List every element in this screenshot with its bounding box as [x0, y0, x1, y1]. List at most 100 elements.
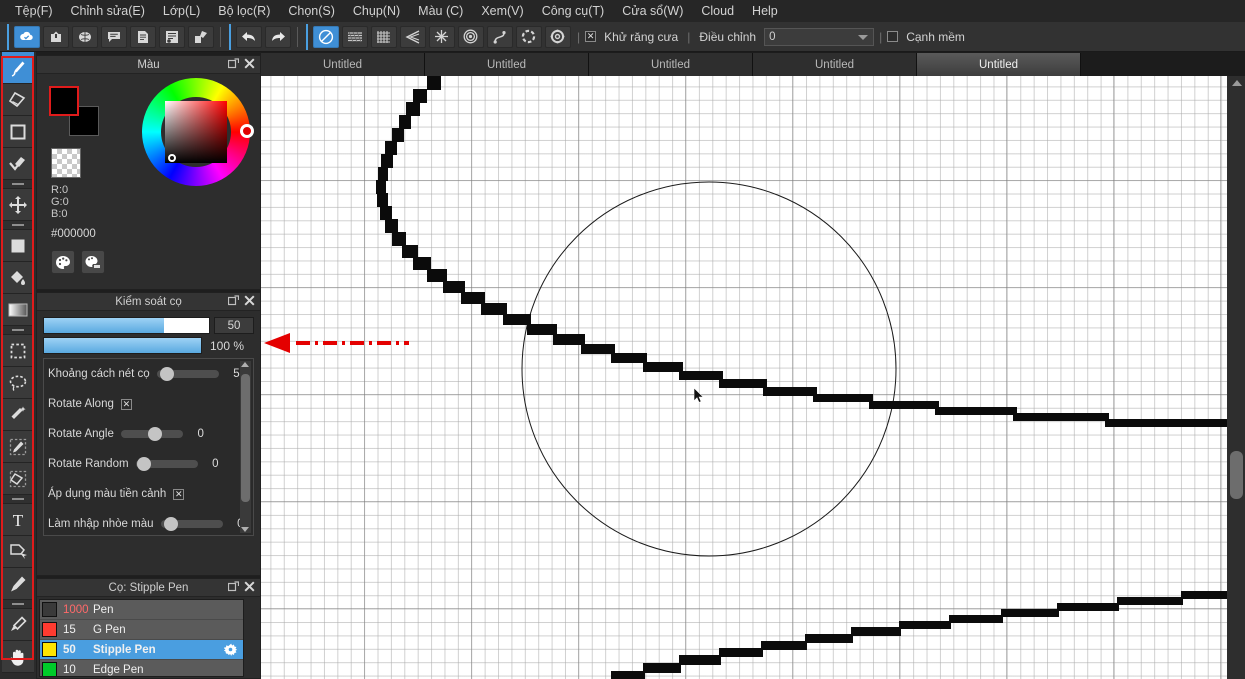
- upload-icon[interactable]: [42, 25, 69, 48]
- close-icon[interactable]: [244, 295, 255, 309]
- list-item[interactable]: 1000 Pen: [40, 600, 243, 620]
- menu-tools[interactable]: Công cụ(T): [533, 2, 614, 20]
- radial-symmetry-icon[interactable]: [428, 25, 455, 48]
- scroll-down-arrow-icon[interactable]: [241, 527, 249, 532]
- sv-selector-handle[interactable]: [168, 154, 176, 162]
- scroll-up-arrow-icon[interactable]: [241, 362, 249, 367]
- param-slider[interactable]: [156, 367, 219, 381]
- bucket-fill-tool[interactable]: [2, 262, 34, 294]
- param-row-rotate-along[interactable]: Rotate Along: [44, 389, 253, 419]
- parallel-lines-ruler-icon[interactable]: [341, 25, 368, 48]
- brush-opacity-slider[interactable]: [43, 337, 202, 354]
- param-row-spacing[interactable]: Khoảng cách nét cọ 5: [44, 359, 253, 389]
- list-item[interactable]: 15 G Pen: [40, 620, 243, 640]
- lasso-select-tool[interactable]: [2, 367, 34, 399]
- hand-tool[interactable]: [2, 641, 34, 673]
- param-slider[interactable]: [135, 457, 198, 471]
- comment-icon[interactable]: [100, 25, 127, 48]
- brush-tool[interactable]: [2, 52, 34, 84]
- menu-window[interactable]: Cửa sổ(W): [613, 2, 692, 20]
- transform-tool[interactable]: [2, 536, 34, 568]
- brain-icon[interactable]: [71, 25, 98, 48]
- scroll-up-arrow-icon[interactable]: [1232, 80, 1242, 86]
- undock-icon[interactable]: [227, 295, 240, 309]
- tab-untitled-2[interactable]: Untitled: [425, 53, 589, 76]
- param-scroll-thumb[interactable]: [241, 374, 250, 502]
- softedge-checkbox[interactable]: [887, 31, 899, 42]
- palette-set-icon[interactable]: [81, 250, 105, 274]
- select-eraser-tool[interactable]: [2, 463, 34, 495]
- adjust-dropdown[interactable]: 0: [764, 27, 875, 46]
- grid-ruler-icon[interactable]: [370, 25, 397, 48]
- menu-cloud[interactable]: Cloud: [692, 2, 743, 20]
- menu-layer[interactable]: Lớp(L): [154, 2, 209, 20]
- gear-icon[interactable]: [223, 643, 238, 659]
- palette-icon[interactable]: [51, 250, 75, 274]
- transparent-color-swatch[interactable]: [51, 148, 81, 178]
- param-row-color-blend[interactable]: Làm nhập nhòe màu 0: [44, 509, 253, 535]
- document-icon[interactable]: [129, 25, 156, 48]
- saturation-value-square[interactable]: [165, 101, 227, 163]
- canvas-vertical-scrollbar[interactable]: [1227, 76, 1245, 679]
- ruler-settings-icon[interactable]: [544, 25, 571, 48]
- tab-untitled-1[interactable]: Untitled: [261, 53, 425, 76]
- marker-tool[interactable]: [2, 568, 34, 600]
- color-swatches[interactable]: [49, 86, 105, 138]
- param-slider[interactable]: [160, 517, 223, 531]
- layers-list-icon[interactable]: [158, 25, 185, 48]
- magic-wand-tool[interactable]: [2, 399, 34, 431]
- pen-line-tool[interactable]: [2, 148, 34, 180]
- new-canvas-icon[interactable]: [187, 25, 214, 48]
- param-slider[interactable]: [120, 427, 183, 441]
- redo-button[interactable]: [264, 25, 291, 48]
- color-panel: Màu R:0 G:0 B:0 #000000: [36, 55, 261, 290]
- menu-capture[interactable]: Chụp(N): [344, 2, 409, 20]
- menu-view[interactable]: Xem(V): [472, 2, 532, 20]
- drawing-canvas[interactable]: hoc3giay.com: [261, 76, 1227, 679]
- menu-select[interactable]: Chọn(S): [279, 2, 344, 20]
- close-icon[interactable]: [244, 581, 255, 595]
- menu-file[interactable]: Tệp(F): [6, 2, 62, 20]
- close-icon[interactable]: [244, 58, 255, 72]
- menu-edit[interactable]: Chỉnh sửa(E): [62, 2, 154, 20]
- antialias-checkbox[interactable]: [585, 31, 597, 42]
- list-item[interactable]: 50 Stipple Pen: [40, 640, 243, 660]
- shape-tool[interactable]: [2, 116, 34, 148]
- undock-icon[interactable]: [227, 581, 240, 595]
- param-row-rotate-random[interactable]: Rotate Random 0: [44, 449, 253, 479]
- param-scrollbar[interactable]: [240, 361, 251, 533]
- brush-size-value[interactable]: 50: [214, 317, 254, 334]
- no-stabilizer-icon[interactable]: [312, 25, 339, 48]
- gradient-tool[interactable]: [2, 294, 34, 326]
- undo-button[interactable]: [235, 25, 262, 48]
- eraser-tool[interactable]: [2, 84, 34, 116]
- menu-filter[interactable]: Bộ lọc(R): [209, 2, 279, 20]
- text-tool[interactable]: T: [2, 504, 34, 536]
- move-tool[interactable]: [2, 189, 34, 221]
- rect-select-tool[interactable]: [2, 335, 34, 367]
- undock-icon[interactable]: [227, 58, 240, 72]
- list-item[interactable]: 10 Edge Pen: [40, 660, 243, 676]
- foreground-color-swatch[interactable]: [49, 86, 79, 116]
- tab-untitled-3[interactable]: Untitled: [589, 53, 753, 76]
- canvas-scroll-thumb[interactable]: [1230, 451, 1243, 499]
- menu-color[interactable]: Màu (C): [409, 2, 472, 20]
- curve-ruler-icon[interactable]: [486, 25, 513, 48]
- hue-selector-handle[interactable]: [240, 124, 254, 138]
- param-checkbox[interactable]: [173, 488, 185, 500]
- param-row-rotate-angle[interactable]: Rotate Angle 0: [44, 419, 253, 449]
- select-pen-tool[interactable]: [2, 431, 34, 463]
- param-row-apply-fg-color[interactable]: Áp dụng màu tiền cảnh: [44, 479, 253, 509]
- polygon-ruler-icon[interactable]: [515, 25, 542, 48]
- tab-untitled-5[interactable]: Untitled: [917, 53, 1081, 76]
- concentric-circle-ruler-icon[interactable]: [457, 25, 484, 48]
- brush-size-slider[interactable]: [43, 317, 210, 334]
- cloud-save-icon[interactable]: [13, 25, 40, 48]
- tab-untitled-4[interactable]: Untitled: [753, 53, 917, 76]
- param-checkbox[interactable]: [120, 398, 132, 410]
- color-wheel[interactable]: [142, 78, 254, 186]
- fill-rect-tool[interactable]: [2, 230, 34, 262]
- menu-help[interactable]: Help: [743, 2, 787, 20]
- eyedropper-tool[interactable]: [2, 609, 34, 641]
- perspective-ruler-icon[interactable]: [399, 25, 426, 48]
